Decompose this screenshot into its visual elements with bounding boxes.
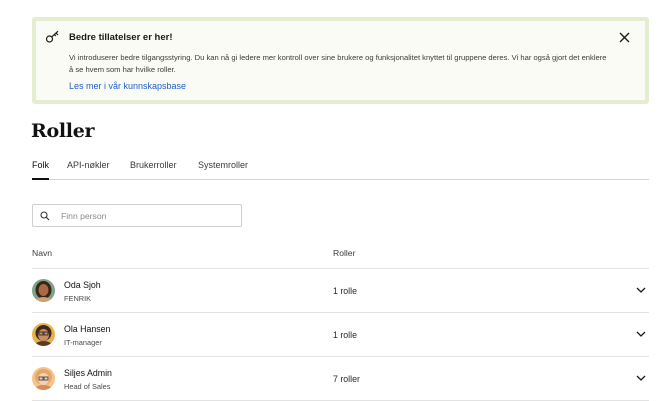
search-icon [40, 211, 50, 221]
person-name: Ola Hansen [64, 324, 111, 334]
avatar [32, 367, 55, 390]
close-icon[interactable] [618, 31, 631, 44]
chevron-down-icon[interactable] [636, 374, 646, 382]
person-name: Siljes Admin [64, 368, 112, 378]
knowledge-base-link[interactable]: Les mer i vår kunnskapsbase [69, 81, 186, 91]
info-banner: Bedre tillatelser er her! Vi introdusere… [32, 17, 649, 104]
person-title: FENRIK [64, 294, 92, 303]
table-row[interactable]: Siljes Admin Head of Sales 7 roller [32, 357, 649, 401]
key-icon [45, 30, 59, 43]
tab-system-roles[interactable]: Systemroller [198, 160, 248, 178]
column-header-name: Navn [32, 248, 53, 258]
avatar [32, 323, 55, 346]
search-input[interactable] [61, 208, 236, 224]
table-row[interactable]: Ola Hansen IT-manager 1 rolle [32, 313, 649, 357]
person-name: Oda Sjoh [64, 280, 101, 290]
role-count: 7 roller [333, 374, 360, 384]
page-title: Roller [31, 120, 95, 142]
table-row[interactable]: Oda Sjoh FENRIK 1 rolle [32, 269, 649, 313]
banner-title: Bedre tillatelser er her! [69, 32, 173, 43]
role-count: 1 rolle [333, 286, 357, 296]
person-title: IT-manager [64, 338, 102, 347]
avatar [32, 279, 55, 302]
chevron-down-icon[interactable] [636, 286, 646, 294]
tab-user-roles[interactable]: Brukerroller [130, 160, 177, 178]
banner-text: Vi introduserer bedre tilgangsstyring. D… [69, 53, 607, 74]
column-header-roles: Roller [333, 248, 356, 258]
person-title: Head of Sales [64, 382, 111, 391]
tab-folk[interactable]: Folk [32, 160, 50, 180]
tab-api-keys[interactable]: API-nøkler [67, 160, 110, 178]
chevron-down-icon[interactable] [636, 330, 646, 338]
tab-bar: Folk API-nøkler Brukerroller Systemrolle… [32, 156, 649, 180]
role-count: 1 rolle [333, 330, 357, 340]
search-box[interactable] [32, 204, 242, 227]
